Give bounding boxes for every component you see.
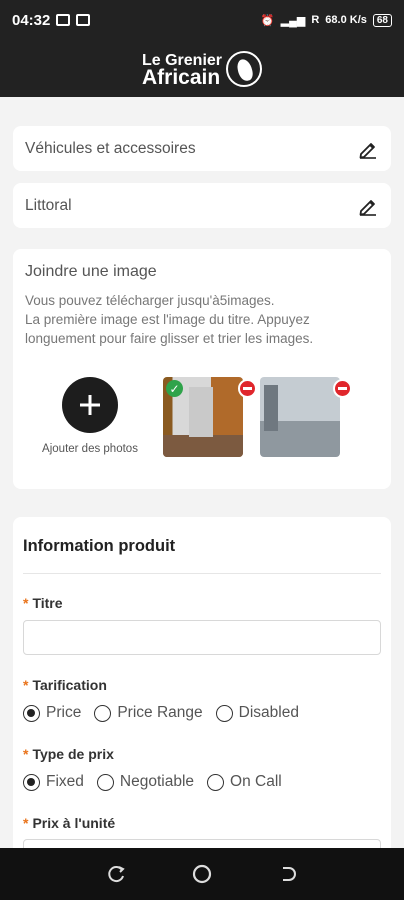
radio-label: Disabled: [238, 704, 299, 721]
title-label-text: Titre: [32, 595, 63, 611]
app-header: Le Grenier Africain: [0, 40, 404, 97]
required-marker: *: [23, 595, 29, 611]
image-upload-section: Joindre une image Vous pouvez télécharge…: [13, 249, 391, 489]
radio-selected-icon[interactable]: [23, 773, 40, 791]
back-icon[interactable]: [272, 859, 302, 889]
required-marker: *: [23, 677, 29, 693]
radio-selected-icon[interactable]: [23, 704, 40, 722]
radio-price[interactable]: Price: [23, 704, 81, 722]
radio-icon[interactable]: [94, 704, 112, 722]
radio-on-call[interactable]: On Call: [207, 773, 282, 791]
radio-label: Price: [46, 704, 82, 721]
desc-line: Vous pouvez télécharger jusqu'à5images.: [25, 293, 275, 308]
category-field[interactable]: Véhicules et accessoires: [13, 126, 391, 171]
remove-photo-icon[interactable]: [333, 379, 352, 398]
add-photos-button[interactable]: Ajouter des photos: [25, 377, 155, 455]
title-label: * Titre: [23, 595, 63, 611]
location-field[interactable]: Littoral: [13, 183, 391, 228]
recents-icon[interactable]: [102, 859, 132, 889]
radio-price-range[interactable]: Price Range: [94, 704, 203, 722]
unit-price-label-text: Prix à l'unité: [32, 815, 116, 831]
pencil-icon[interactable]: [357, 138, 379, 160]
add-photos-label: Ajouter des photos: [42, 443, 138, 455]
radio-fixed[interactable]: Fixed: [23, 773, 84, 791]
home-icon[interactable]: [187, 859, 217, 889]
required-marker: *: [23, 746, 29, 762]
unit-price-label: * Prix à l'unité: [23, 815, 115, 831]
price-type-radio-group: Fixed Negotiable On Call: [23, 773, 295, 791]
notification-icon: [56, 14, 71, 26]
pricing-radio-group: Price Price Range Disabled: [23, 704, 312, 722]
system-nav-bar: [0, 848, 404, 900]
africa-globe-icon: [226, 50, 263, 87]
photo-list: Ajouter des photos ✓: [25, 377, 352, 457]
radio-icon[interactable]: [215, 704, 233, 722]
desc-line: longuement pour faire glisser et trier l…: [25, 331, 314, 346]
pricing-label-text: Tarification: [32, 677, 107, 693]
status-bar: 04:32 ⏰ ▂▄▆ R 68.0 K/s 68: [0, 0, 404, 40]
signal-icon: ▂▄▆: [280, 14, 306, 27]
logo-line2: Africain: [141, 65, 221, 89]
product-info-title: Information produit: [23, 517, 381, 574]
location-value: Littoral: [25, 196, 72, 214]
price-type-label-text: Type de prix: [32, 746, 114, 762]
radio-negotiable[interactable]: Negotiable: [96, 773, 195, 791]
radio-label: Price Range: [117, 704, 203, 721]
alarm-icon: ⏰: [260, 14, 275, 27]
required-marker: *: [23, 815, 29, 831]
carrier-label: R: [311, 14, 320, 26]
check-icon: ✓: [166, 380, 183, 397]
photo-thumbnail[interactable]: ✓: [163, 377, 243, 457]
category-value: Véhicules et accessoires: [25, 139, 196, 157]
pricing-label: * Tarification: [23, 677, 107, 693]
radio-label: Fixed: [46, 773, 84, 790]
radio-icon[interactable]: [207, 773, 225, 791]
product-info-section: Information produit * Titre * Tarification…: [13, 517, 391, 869]
image-section-title: Joindre une image: [25, 263, 157, 280]
photo-thumbnail[interactable]: [260, 377, 340, 457]
radio-label: Negotiable: [119, 773, 195, 790]
desc-line: La première image est l'image du titre. …: [25, 312, 310, 327]
pencil-icon[interactable]: [357, 195, 379, 217]
app-logo: Le Grenier Africain: [141, 50, 263, 89]
remove-photo-icon[interactable]: [238, 379, 257, 398]
network-speed: 68.0 K/s: [325, 14, 367, 26]
radio-label: On Call: [230, 773, 282, 790]
price-type-label: * Type de prix: [23, 746, 114, 762]
radio-disabled[interactable]: Disabled: [215, 704, 299, 722]
title-input[interactable]: [23, 620, 381, 655]
plus-icon[interactable]: [62, 377, 118, 433]
image-section-description: Vous pouvez télécharger jusqu'à5images. …: [25, 291, 379, 348]
battery-icon: 68: [372, 13, 392, 27]
clock: 04:32: [12, 11, 51, 29]
radio-icon[interactable]: [96, 773, 114, 791]
screen-icon: [76, 14, 91, 26]
